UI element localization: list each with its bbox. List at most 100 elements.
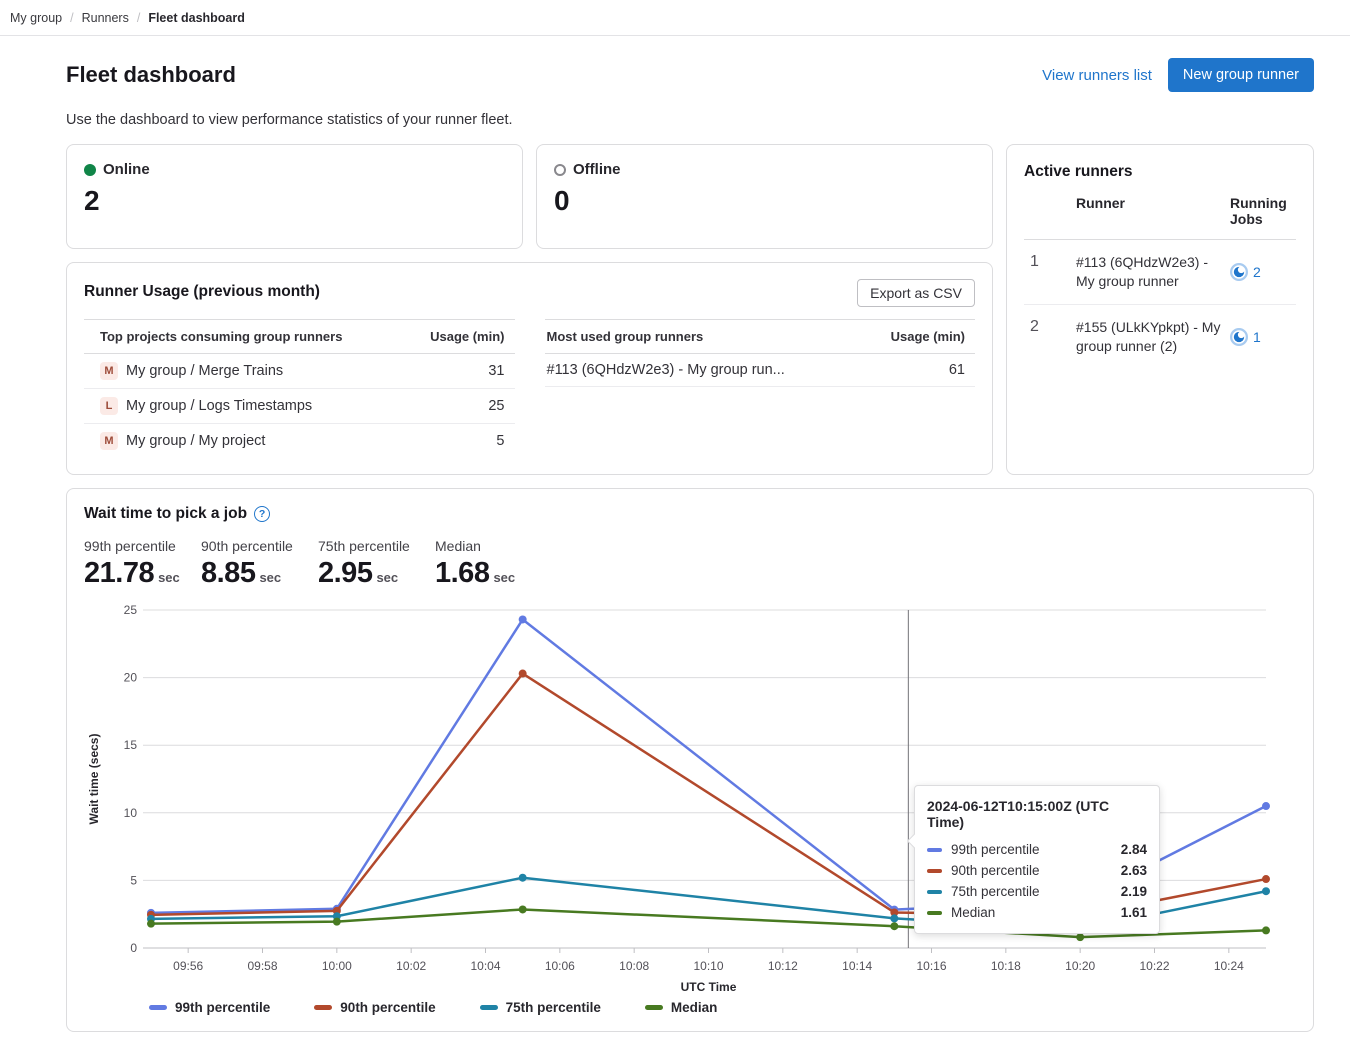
active-runners-card: Active runners Runner Running Jobs 1 #11…	[1006, 144, 1314, 475]
project-name: My group / My project	[126, 433, 265, 449]
online-label: Online	[103, 161, 150, 178]
series-swatch-icon	[480, 1005, 498, 1010]
tooltip-row: 75th percentile 2.19	[927, 881, 1147, 902]
stat-value: 1.68	[435, 557, 489, 590]
svg-text:10:06: 10:06	[545, 959, 575, 973]
legend-item-median[interactable]: Median	[645, 1000, 718, 1015]
stat-90th: 90th percentile 8.85 sec	[201, 538, 301, 590]
series-swatch-icon	[927, 890, 942, 894]
runner-rank: 2	[1024, 318, 1068, 356]
stat-unit: sec	[493, 570, 515, 585]
svg-text:10:20: 10:20	[1065, 959, 1095, 973]
running-jobs-count-link[interactable]: 2	[1253, 264, 1261, 280]
stat-label: Median	[435, 538, 535, 554]
ar-index-header	[1024, 195, 1068, 227]
breadcrumb: My group / Runners / Fleet dashboard	[0, 0, 1350, 36]
breadcrumb-separator: /	[137, 11, 140, 25]
svg-text:10:16: 10:16	[916, 959, 946, 973]
view-runners-list-link[interactable]: View runners list	[1042, 67, 1152, 84]
svg-text:0: 0	[130, 941, 137, 955]
most-used-runners-table: Most used group runners Usage (min) #113…	[545, 319, 976, 458]
svg-text:10:00: 10:00	[322, 959, 352, 973]
wait-time-card: Wait time to pick a job ? 99th percentil…	[66, 488, 1314, 1032]
stat-unit: sec	[158, 570, 180, 585]
svg-text:10:22: 10:22	[1139, 959, 1169, 973]
legend-item-99th[interactable]: 99th percentile	[149, 1000, 270, 1015]
tooltip-series-value: 2.84	[1121, 842, 1147, 857]
runner-name: #113 (6QHdzW2e3) - My group runner	[1076, 253, 1222, 291]
legend-label: Median	[671, 1000, 718, 1015]
svg-text:10:24: 10:24	[1214, 959, 1244, 973]
tooltip-series-name: 90th percentile	[951, 863, 1112, 878]
project-usage: 5	[496, 433, 504, 449]
table-row: 2 #155 (ULkKYpkpt) - My group runner (2)…	[1024, 305, 1296, 369]
breadcrumb-item-runners[interactable]: Runners	[82, 11, 129, 25]
new-group-runner-button[interactable]: New group runner	[1168, 58, 1314, 92]
svg-text:10:02: 10:02	[396, 959, 426, 973]
tooltip-series-name: Median	[951, 905, 1112, 920]
status-cards-row: Online 2 Offline 0	[66, 144, 993, 249]
ar-runner-column-header: Runner	[1076, 195, 1222, 227]
tooltip-row: 90th percentile 2.63	[927, 860, 1147, 881]
tooltip-row: 99th percentile 2.84	[927, 839, 1147, 860]
legend-label: 75th percentile	[506, 1000, 601, 1015]
active-runners-title: Active runners	[1024, 163, 1296, 181]
tooltip-title: 2024-06-12T10:15:00Z (UTC Time)	[927, 798, 1147, 830]
offline-label: Offline	[573, 161, 621, 178]
tooltip-row: Median 1.61	[927, 902, 1147, 923]
top-projects-table: Top projects consuming group runners Usa…	[84, 319, 515, 458]
legend-item-90th[interactable]: 90th percentile	[314, 1000, 435, 1015]
series-swatch-icon	[927, 911, 942, 915]
project-avatar: L	[100, 397, 118, 415]
breadcrumb-separator: /	[70, 11, 73, 25]
series-swatch-icon	[927, 869, 942, 873]
chart-legend: 99th percentile 90th percentile 75th per…	[149, 1000, 1296, 1015]
table-row: #113 (6QHdzW2e3) - My group run... 61	[545, 354, 976, 387]
offline-status-dot-icon	[554, 164, 566, 176]
most-used-runners-column-header: Most used group runners	[547, 329, 704, 344]
project-avatar: M	[100, 362, 118, 380]
project-name: My group / Merge Trains	[126, 363, 283, 379]
page-title: Fleet dashboard	[66, 62, 236, 88]
help-question-icon[interactable]: ?	[254, 506, 270, 522]
stat-value: 8.85	[201, 557, 255, 590]
running-status-icon	[1230, 263, 1248, 281]
wait-time-stats: 99th percentile 21.78 sec 90th percentil…	[84, 538, 1296, 590]
wait-time-title: Wait time to pick a job	[84, 505, 247, 523]
online-runners-card: Online 2	[66, 144, 523, 249]
legend-label: 90th percentile	[340, 1000, 435, 1015]
svg-text:10:10: 10:10	[693, 959, 723, 973]
project-usage: 25	[488, 398, 504, 414]
table-row: M My group / Merge Trains 31	[84, 354, 515, 389]
usage-min-column-header: Usage (min)	[891, 329, 965, 344]
breadcrumb-item-current: Fleet dashboard	[148, 11, 245, 25]
online-count: 2	[84, 187, 505, 215]
tooltip-series-value: 2.63	[1121, 863, 1147, 878]
svg-text:10:14: 10:14	[842, 959, 872, 973]
runner-usage-card: Runner Usage (previous month) Export as …	[66, 262, 993, 475]
svg-text:10:08: 10:08	[619, 959, 649, 973]
runner-name: #155 (ULkKYpkpt) - My group runner (2)	[1076, 318, 1222, 356]
running-status-icon	[1230, 328, 1248, 346]
series-swatch-icon	[645, 1005, 663, 1010]
stat-label: 90th percentile	[201, 538, 301, 554]
svg-text:25: 25	[124, 603, 138, 617]
legend-item-75th[interactable]: 75th percentile	[480, 1000, 601, 1015]
runner-usage-title: Runner Usage (previous month)	[84, 283, 320, 301]
wait-time-chart[interactable]: 051015202509:5609:5810:0010:0210:0410:06…	[84, 598, 1296, 998]
svg-text:Wait time (secs): Wait time (secs)	[87, 734, 101, 825]
series-swatch-icon	[927, 848, 942, 852]
export-csv-button[interactable]: Export as CSV	[857, 279, 975, 307]
svg-text:5: 5	[130, 873, 137, 887]
offline-runners-card: Offline 0	[536, 144, 993, 249]
stat-75th: 75th percentile 2.95 sec	[318, 538, 418, 590]
svg-text:10:04: 10:04	[470, 959, 500, 973]
usage-min-column-header: Usage (min)	[430, 329, 504, 344]
svg-text:10: 10	[124, 806, 138, 820]
breadcrumb-item-group[interactable]: My group	[10, 11, 62, 25]
runner-usage: 61	[949, 362, 965, 378]
stat-label: 75th percentile	[318, 538, 418, 554]
stat-value: 21.78	[84, 557, 154, 590]
running-jobs-count-link[interactable]: 1	[1253, 329, 1261, 345]
online-status-dot-icon	[84, 164, 96, 176]
